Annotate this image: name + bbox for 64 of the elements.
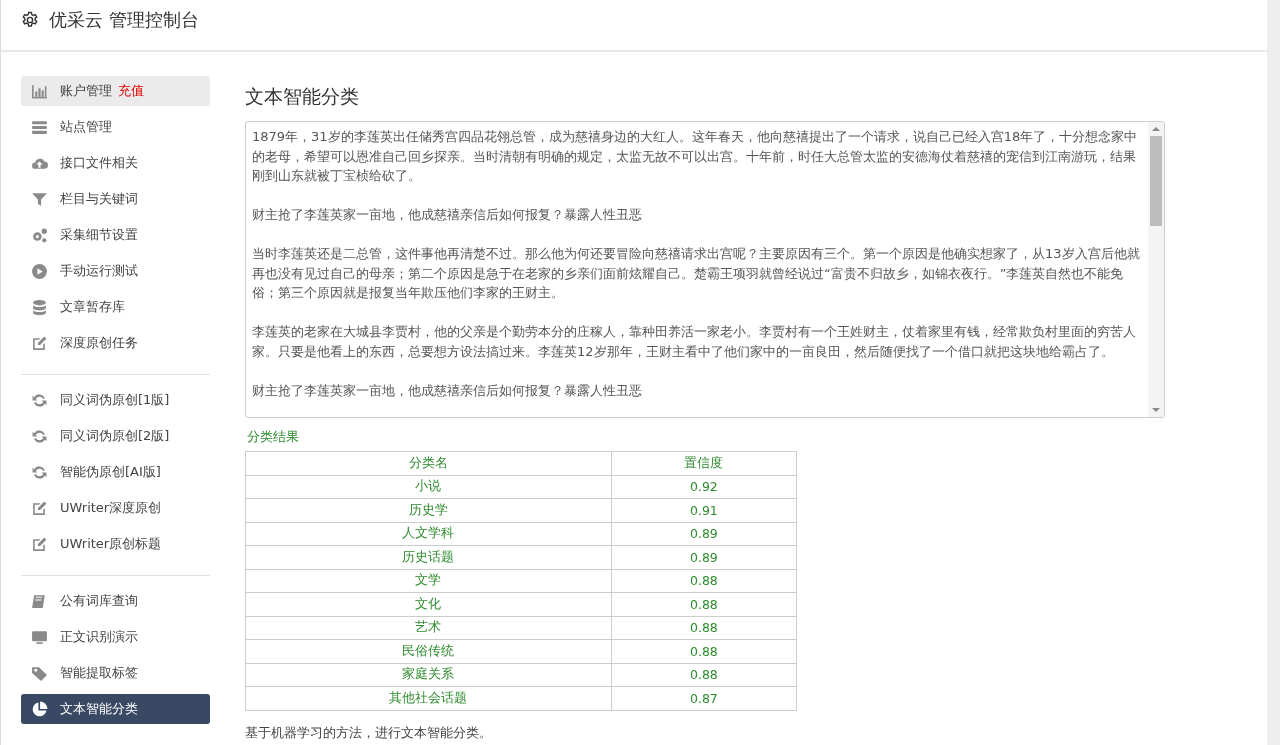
play-icon (31, 262, 48, 280)
scrollbar[interactable] (1148, 122, 1164, 417)
monitor-icon (31, 628, 48, 646)
database-icon (31, 298, 48, 316)
table-cell: 艺术 (245, 616, 612, 640)
table-cell: 其他社会话题 (245, 686, 612, 710)
table-cell: 0.89 (611, 522, 797, 546)
table-cell: 文化 (245, 592, 612, 616)
table-cell: 历史话题 (245, 545, 612, 569)
app-title: 优采云 管理控制台 (49, 8, 199, 32)
refresh-icon (31, 391, 48, 409)
table-cell: 0.88 (611, 639, 797, 663)
pie-chart-icon (31, 700, 48, 718)
refresh-icon (31, 427, 48, 445)
table-cell: 0.92 (611, 475, 797, 499)
table-cell: 0.88 (611, 592, 797, 616)
sidebar-item[interactable]: 公有词库查询 (21, 586, 210, 616)
description-text: 基于机器学习的方法，进行文本智能分类。 (245, 724, 493, 742)
table-cell: 人文学科 (245, 522, 612, 546)
sidebar-item[interactable]: 同义词伪原创[2版] (21, 421, 210, 451)
book-icon (31, 592, 48, 610)
edit-icon (31, 535, 48, 553)
table-caption: 分类结果 (246, 428, 300, 446)
sidebar-item[interactable]: 智能提取标签 (21, 658, 210, 688)
sidebar-item[interactable]: UWriter深度原创 (21, 493, 210, 523)
table-cell: 0.88 (611, 663, 797, 687)
sidebar-item[interactable]: 采集细节设置 (21, 220, 210, 250)
column-header: 置信度 (611, 451, 797, 475)
sidebar-item[interactable]: 文章暂存库 (21, 292, 210, 322)
sidebar-item[interactable]: 接口文件相关 (21, 148, 210, 178)
table-cell: 0.89 (611, 545, 797, 569)
sidebar-item[interactable]: 文本智能分类 (21, 694, 210, 724)
edit-icon (31, 499, 48, 517)
column-header: 分类名 (245, 451, 612, 475)
table-cell: 文学 (245, 569, 612, 593)
sidebar-item[interactable]: 栏目与关键词 (21, 184, 210, 214)
table-cell: 家庭关系 (245, 663, 612, 687)
table-cell: 民俗传统 (245, 639, 612, 663)
page-title: 文本智能分类 (245, 84, 360, 108)
sidebar-item[interactable]: 站点管理 (21, 112, 210, 142)
refresh-icon (31, 463, 48, 481)
table-cell: 0.91 (611, 498, 797, 522)
text-input-area[interactable]: 1879年，31岁的李莲英出任储秀宫四品花翎总管，成为慈禧身边的大红人。这年春天，他向慈禧提出了一个请求，说自己已经入宫18年了，十分想念家中的老母，希望可以恩准自己回乡探亲。当时清朝有明确的规定，太监无故不可以出宫。十年前，时任大总管太监的安德海仗着慈禧的宠信到江南游玩，结果刚到山东就被丁宝桢给砍了。 财主抢了李莲英家一亩地，他成慈禧亲信后如何报复？暴露人性丑恶 当时李莲英还是二总管，这件事他再清楚不过。那么他为何还要冒险向慈禧请求出宫呢？主要原因有三个。第一个原因是他确实想家了，从13岁入宫后他就再也没有见过自己的母亲；第二个原因是急于在老家的乡亲们面前炫耀自己。楚霸王项羽就曾经说过“富贵不归故乡，如锦衣夜行。”李莲英自然也不能免俗；第三个原因就是报复当年欺压他们李家的王财主。 李莲英的老家在大城县李贾村，他的父亲是个勤劳本分的庄稼人，靠种田养活一家老小。李贾村有一个王姓财主，仗着家里有钱，经常欺负村里面的穷苦人家。只要是他看上的东西，总要想方设法搞过来。李莲英12岁那年，王财主看中了他们家中的一亩良田，然后随便找了一个借口就把这块地给霸占了。 财主抢了李莲英家一亩地，他成慈禧亲信后如何报复？暴露人性丑恶 (245, 121, 1165, 418)
edit-icon (31, 334, 48, 352)
recharge-link[interactable]: 充值 (118, 82, 144, 100)
table-cell: 历史学 (245, 498, 612, 522)
menu-label: 账户管理 (60, 82, 112, 100)
table-cell: 0.88 (611, 616, 797, 640)
table-cell: 小说 (245, 475, 612, 499)
sidebar-item[interactable]: 深度原创任务 (21, 328, 210, 358)
server-icon (31, 118, 48, 136)
settings-icon (21, 11, 39, 29)
sidebar-item[interactable]: 手动运行测试 (21, 256, 210, 286)
sidebar-item-background[interactable]: 账户管理 充值 (21, 76, 210, 106)
tag-icon (31, 664, 48, 682)
sidebar-item[interactable]: 智能伪原创[AI版] (21, 457, 210, 487)
sidebar-item[interactable]: 同义词伪原创[1版] (21, 385, 210, 415)
table-cell: 0.87 (611, 686, 797, 710)
filter-icon (31, 190, 48, 208)
sidebar-item[interactable]: 正文识别演示 (21, 622, 210, 652)
bar-chart-icon (31, 82, 48, 100)
sidebar-item[interactable]: UWriter原创标题 (21, 529, 210, 559)
table-cell: 0.88 (611, 569, 797, 593)
scrollbar-thumb[interactable] (1150, 136, 1162, 226)
